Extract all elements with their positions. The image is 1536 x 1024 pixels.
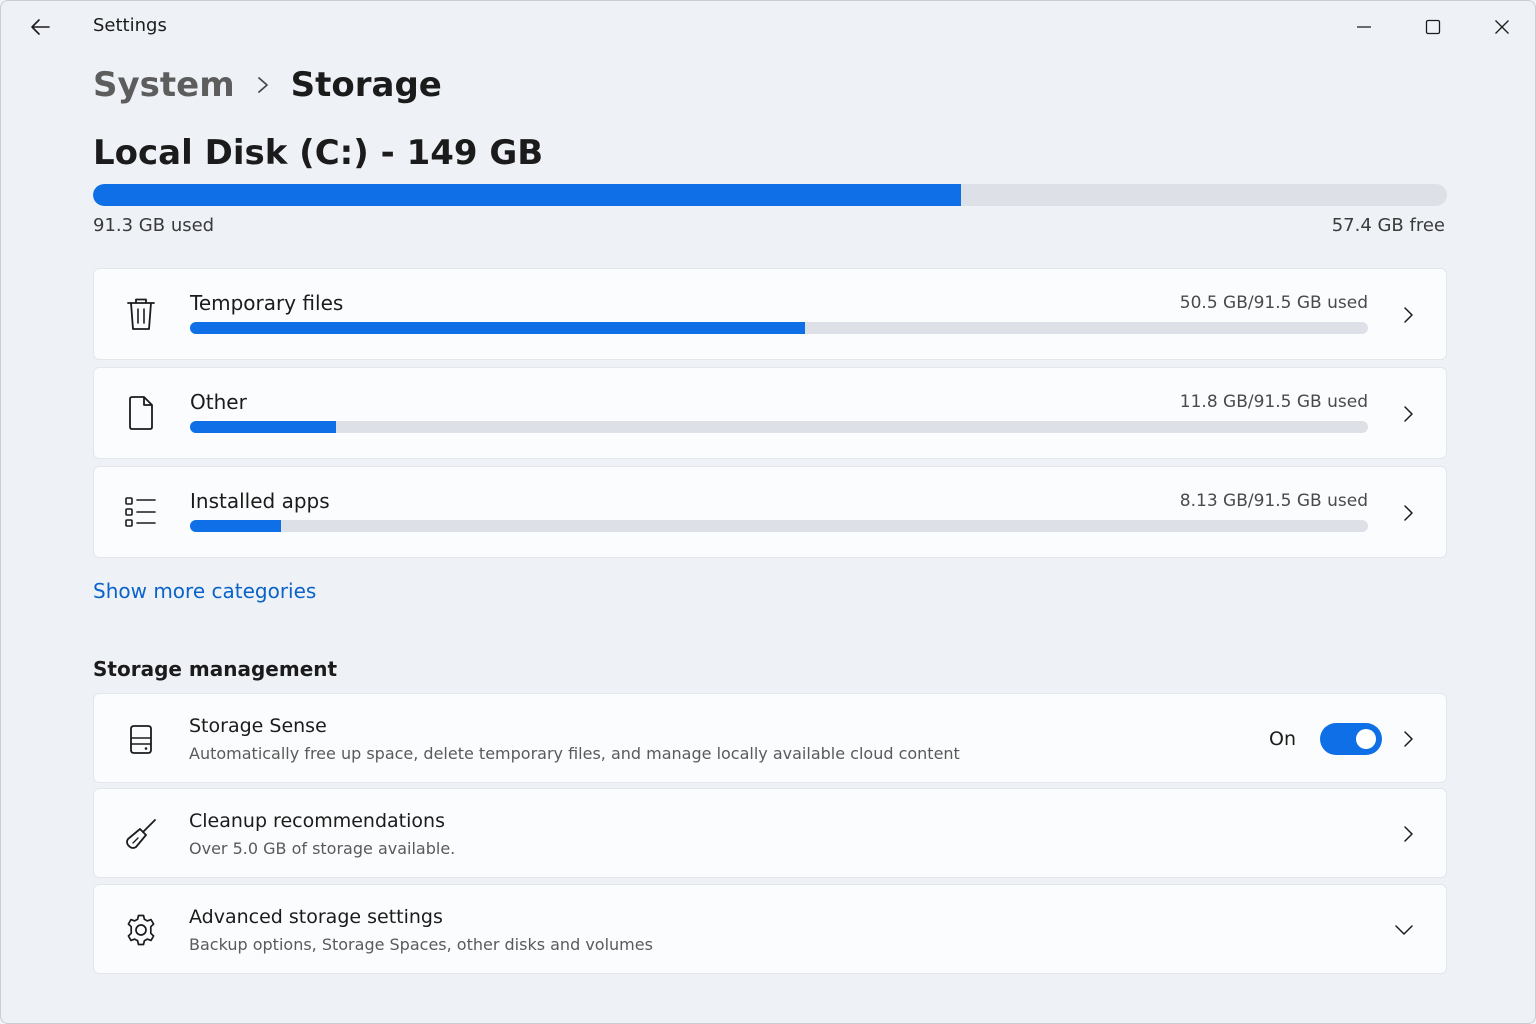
- maximize-icon: [1425, 19, 1441, 35]
- trash-icon: [122, 295, 160, 333]
- page-title: Storage: [290, 65, 442, 105]
- app-list-icon: [122, 493, 160, 531]
- minimize-icon: [1357, 26, 1371, 28]
- chevron-right-icon: [1396, 402, 1420, 426]
- disk-free-label: 57.4 GB free: [1331, 215, 1445, 236]
- maximize-button[interactable]: [1410, 7, 1456, 47]
- disk-usage-bar-fill: [93, 184, 961, 206]
- category-usage-bar-fill: [190, 322, 805, 334]
- category-size: 11.8 GB/91.5 GB used: [1179, 392, 1368, 412]
- chevron-right-icon: [1396, 303, 1420, 327]
- category-usage-bar: [190, 520, 1368, 532]
- cleanup-recommendations-title: Cleanup recommendations: [189, 810, 445, 832]
- disk-usage-bar: [93, 184, 1447, 206]
- disk-used-label: 91.3 GB used: [93, 215, 215, 236]
- category-usage-bar-fill: [190, 421, 337, 433]
- title-bar: Settings: [1, 1, 1535, 53]
- breadcrumb: System Storage: [93, 61, 442, 109]
- category-name: Installed apps: [190, 489, 330, 513]
- storage-sense-title: Storage Sense: [189, 715, 327, 737]
- storage-sense-toggle-label: On: [1269, 728, 1296, 750]
- storage-sense-card[interactable]: Storage Sense Automatically free up spac…: [93, 693, 1447, 783]
- gear-icon: [122, 911, 160, 949]
- category-size: 8.13 GB/91.5 GB used: [1179, 491, 1368, 511]
- advanced-storage-settings-title: Advanced storage settings: [189, 906, 443, 928]
- minimize-button[interactable]: [1341, 7, 1387, 47]
- app-title: Settings: [93, 15, 167, 36]
- drive-icon: [122, 720, 160, 758]
- close-button[interactable]: [1479, 7, 1525, 47]
- category-usage-bar: [190, 322, 1368, 334]
- advanced-storage-settings-card[interactable]: Advanced storage settings Backup options…: [93, 884, 1447, 974]
- storage-sense-description: Automatically free up space, delete temp…: [189, 744, 960, 763]
- close-icon: [1495, 20, 1509, 34]
- category-size: 50.5 GB/91.5 GB used: [1179, 293, 1368, 313]
- settings-window: Settings System Storage Local Disk (C:) …: [0, 0, 1536, 1024]
- chevron-down-icon: [1392, 918, 1416, 942]
- cleanup-recommendations-description: Over 5.0 GB of storage available.: [189, 839, 456, 858]
- storage-sense-toggle[interactable]: [1320, 723, 1382, 755]
- back-arrow-icon: [31, 19, 50, 35]
- storage-management-heading: Storage management: [93, 657, 338, 681]
- category-temporary-files[interactable]: Temporary files 50.5 GB/91.5 GB used: [93, 268, 1447, 360]
- category-usage-bar-fill: [190, 520, 281, 532]
- cleanup-recommendations-card[interactable]: Cleanup recommendations Over 5.0 GB of s…: [93, 788, 1447, 878]
- show-more-categories-link[interactable]: Show more categories: [93, 579, 316, 603]
- back-button[interactable]: [23, 11, 57, 43]
- chevron-right-icon: [1396, 822, 1420, 846]
- advanced-storage-settings-description: Backup options, Storage Spaces, other di…: [189, 935, 653, 954]
- disk-title: Local Disk (C:) - 149 GB: [93, 133, 544, 173]
- broom-icon: [122, 815, 160, 853]
- category-installed-apps[interactable]: Installed apps 8.13 GB/91.5 GB used: [93, 466, 1447, 558]
- chevron-right-icon: [1396, 501, 1420, 525]
- chevron-right-icon: [1396, 727, 1420, 751]
- breadcrumb-system[interactable]: System: [93, 65, 235, 105]
- breadcrumb-chevron-icon: [257, 76, 269, 94]
- category-other[interactable]: Other 11.8 GB/91.5 GB used: [93, 367, 1447, 459]
- file-icon: [122, 394, 160, 432]
- category-name: Other: [190, 390, 247, 414]
- category-usage-bar: [190, 421, 1368, 433]
- toggle-knob: [1356, 729, 1376, 749]
- category-name: Temporary files: [190, 291, 344, 315]
